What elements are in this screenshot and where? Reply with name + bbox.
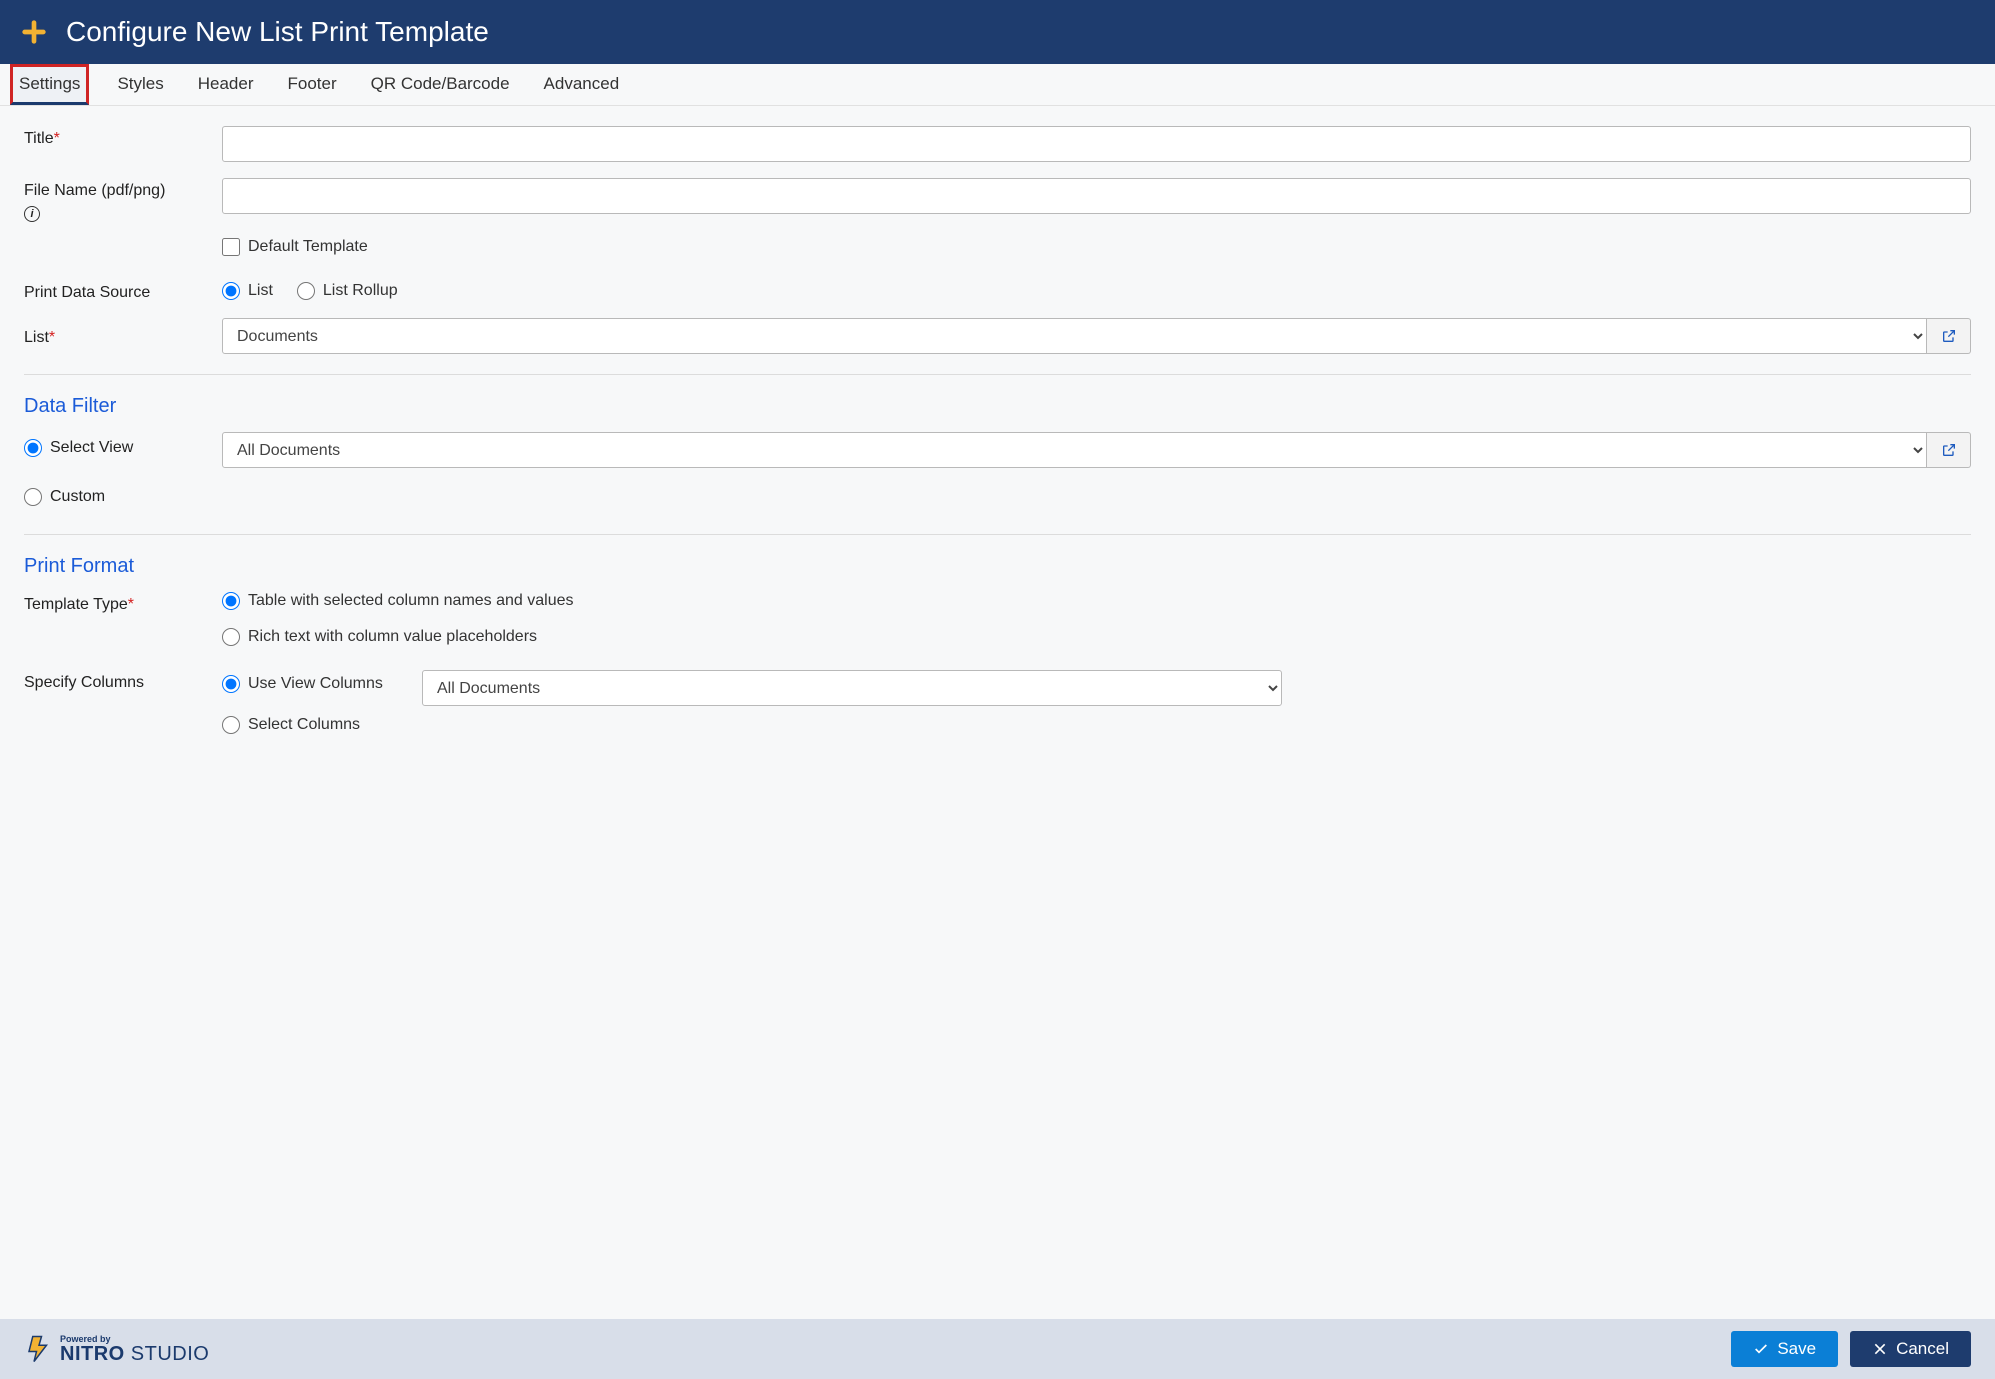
tab-settings[interactable]: Settings: [10, 64, 89, 105]
list-label: List*: [24, 325, 222, 347]
brand-logo: Powered by NITRO STUDIO: [24, 1334, 209, 1364]
save-button[interactable]: Save: [1731, 1331, 1838, 1367]
external-link-icon: [1941, 328, 1957, 344]
filter-custom-row[interactable]: Custom: [24, 488, 222, 506]
print-data-source-label: Print Data Source: [24, 280, 222, 302]
filter-select-view-row[interactable]: Select View: [24, 439, 222, 457]
external-link-icon: [1941, 442, 1957, 458]
list-select[interactable]: Documents: [222, 318, 1927, 354]
default-template-label: Default Template: [248, 238, 368, 256]
tab-advanced[interactable]: Advanced: [538, 64, 626, 105]
title-input[interactable]: [222, 126, 1971, 162]
tabs-bar: Settings Styles Header Footer QR Code/Ba…: [0, 64, 1995, 106]
template-type-richtext-row[interactable]: Rich text with column value placeholders: [222, 628, 1971, 646]
columns-view-row[interactable]: Use View Columns: [222, 675, 402, 693]
tab-header[interactable]: Header: [192, 64, 260, 105]
view-open-external-button[interactable]: [1927, 432, 1971, 468]
filter-custom-radio[interactable]: [24, 488, 42, 506]
check-icon: [1753, 1341, 1769, 1357]
template-type-richtext-radio[interactable]: [222, 628, 240, 646]
columns-view-radio[interactable]: [222, 675, 240, 693]
specify-columns-label: Specify Columns: [24, 670, 222, 692]
default-template-row[interactable]: Default Template: [222, 238, 1971, 256]
content-area: Title* File Name (pdf/png) i Default Tem…: [0, 106, 1995, 788]
data-source-rollup-radio[interactable]: [297, 282, 315, 300]
close-icon: [1872, 1341, 1888, 1357]
divider: [24, 374, 1971, 375]
cancel-button[interactable]: Cancel: [1850, 1331, 1971, 1367]
page-title: Configure New List Print Template: [66, 16, 489, 48]
data-source-rollup-row[interactable]: List Rollup: [297, 282, 398, 300]
tab-qrcode-barcode[interactable]: QR Code/Barcode: [365, 64, 516, 105]
filename-input[interactable]: [222, 178, 1971, 214]
list-open-external-button[interactable]: [1927, 318, 1971, 354]
default-template-checkbox[interactable]: [222, 238, 240, 256]
data-source-list-row[interactable]: List: [222, 282, 273, 300]
data-filter-title: Data Filter: [24, 395, 1971, 418]
filter-select-view-radio[interactable]: [24, 439, 42, 457]
info-icon[interactable]: i: [24, 206, 40, 222]
columns-select-row[interactable]: Select Columns: [222, 716, 1971, 734]
columns-select-radio[interactable]: [222, 716, 240, 734]
tab-styles[interactable]: Styles: [111, 64, 169, 105]
plus-icon: [20, 18, 48, 46]
title-label: Title*: [24, 126, 222, 148]
page-header: Configure New List Print Template: [0, 0, 1995, 64]
view-select[interactable]: All Documents: [222, 432, 1927, 468]
template-type-table-row[interactable]: Table with selected column names and val…: [222, 592, 1971, 610]
view-columns-select[interactable]: All Documents: [422, 670, 1282, 706]
data-source-list-radio[interactable]: [222, 282, 240, 300]
template-type-label: Template Type*: [24, 592, 222, 614]
required-marker: *: [54, 130, 60, 147]
footer-bar: Powered by NITRO STUDIO Save Cancel: [0, 1319, 1995, 1379]
tab-footer[interactable]: Footer: [282, 64, 343, 105]
nitro-bolt-icon: [24, 1334, 54, 1364]
template-type-table-radio[interactable]: [222, 592, 240, 610]
filename-label: File Name (pdf/png) i: [24, 178, 222, 222]
divider: [24, 534, 1971, 535]
print-format-title: Print Format: [24, 555, 1971, 578]
